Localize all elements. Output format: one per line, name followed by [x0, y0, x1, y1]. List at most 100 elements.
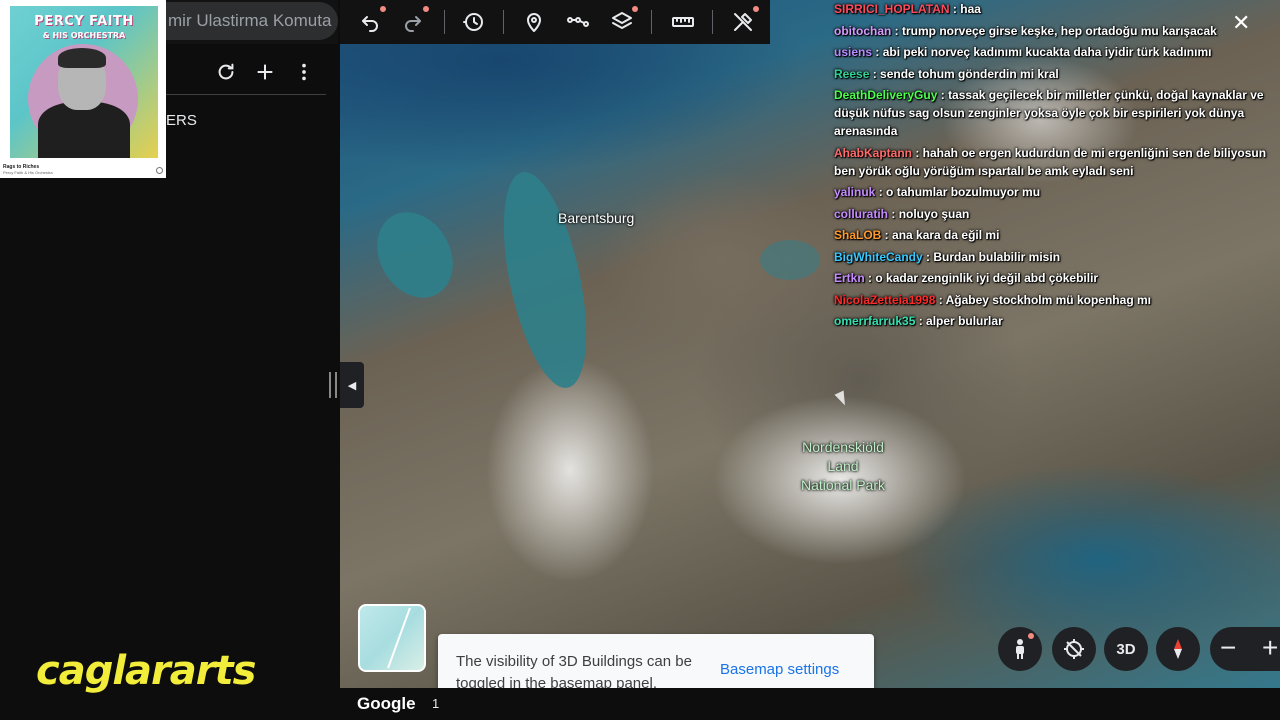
more-vert-icon	[302, 63, 306, 81]
now-playing-overlay: PERCY FAITH & HIS ORCHESTRA Rags to Rich…	[0, 0, 166, 178]
chat-separator: :	[937, 88, 949, 102]
chat-username: BigWhiteCandy	[834, 249, 923, 264]
basemap-settings-button[interactable]: Basemap settings	[720, 661, 839, 678]
basemap-thumbnail[interactable]	[358, 604, 426, 672]
map-label-national-park[interactable]: Nordenskiöld Land National Park	[790, 438, 896, 495]
history-icon	[463, 13, 483, 31]
refresh-button[interactable]	[212, 58, 240, 86]
search-box[interactable]	[166, 2, 338, 40]
reset-tilt-button[interactable]	[1052, 627, 1096, 671]
chat-message: yalinuk : o tahumlar bozulmuyor mu	[834, 183, 1278, 201]
notification-dot	[1028, 633, 1034, 639]
chat-username: colluratih	[834, 206, 889, 221]
chat-overlay: SIRRICI_HOPLATAN : haa obitochan : trump …	[834, 0, 1278, 334]
chat-text: o tahumlar bozulmuyor mu	[886, 185, 1041, 199]
chat-username: usiens	[834, 45, 873, 59]
chat-separator: :	[912, 145, 923, 160]
layers-icon	[612, 12, 632, 29]
sidebar-resize-handle[interactable]	[329, 372, 337, 398]
add-button[interactable]	[251, 58, 279, 86]
search-input[interactable]	[166, 11, 338, 31]
chat-message: SIRRICI_HOPLATAN : haa	[834, 0, 1278, 18]
chat-username: omerrfarruk35	[834, 314, 916, 328]
lake-shape	[362, 198, 468, 312]
redo-button[interactable]	[398, 6, 429, 36]
attribution-bar: Google 1	[340, 688, 1280, 720]
tilt-off-icon	[1064, 639, 1084, 659]
more-options-button[interactable]	[290, 58, 318, 86]
chat-username: ShaLOB	[834, 228, 882, 242]
zoom-controls: − +	[1210, 627, 1280, 671]
project-tools-button[interactable]	[728, 6, 759, 36]
scale-text: 1	[432, 696, 440, 711]
zoom-in-button[interactable]: +	[1262, 634, 1278, 662]
close-icon[interactable]: ✕	[1232, 10, 1250, 36]
album-cover-subtitle: & HIS ORCHESTRA	[42, 31, 126, 40]
chat-text: sende tohum gönderdin mi kral	[880, 66, 1059, 81]
album-figure-body	[38, 102, 130, 158]
google-logo: Google	[357, 694, 416, 713]
chat-separator: :	[875, 185, 887, 199]
add-path-button[interactable]	[563, 8, 593, 36]
sidebar-item-label[interactable]: ERS	[166, 112, 197, 129]
pegman-icon	[1016, 639, 1024, 659]
chat-username: SIRRICI_HOPLATAN	[834, 2, 950, 16]
lake-shape-2	[760, 240, 820, 280]
album-figure-hair	[58, 48, 106, 68]
top-toolbar	[340, 0, 770, 44]
undo-button[interactable]	[355, 6, 386, 36]
playback-icon	[156, 167, 163, 174]
notification-dot	[380, 6, 386, 12]
chat-text: o kadar zenginlik iyi değil abd çökebili…	[875, 271, 1099, 285]
layers-button[interactable]	[607, 6, 638, 36]
toolbar-separator	[503, 10, 504, 34]
chat-separator: :	[864, 271, 876, 285]
chat-username: obitochan	[834, 23, 892, 38]
path-icon	[567, 17, 589, 27]
toolbar-separator	[651, 10, 652, 34]
chat-message: ShaLOB : ana kara da eğil mi	[834, 226, 1278, 244]
history-button[interactable]	[459, 8, 489, 36]
chat-text: ana kara da eğil mi	[892, 228, 1000, 242]
notification-dot	[632, 6, 638, 12]
chat-separator: :	[881, 228, 893, 242]
pegman-button[interactable]	[998, 627, 1042, 671]
track-artist: Percy Faith & His Orchestra	[3, 170, 53, 175]
chat-message: Reese : sende tohum gönderdin mi kral	[834, 65, 1278, 83]
tools-icon	[734, 13, 752, 31]
toolbar-separator	[712, 10, 713, 34]
chat-message: omerrfarruk35 : alper bulurlar	[834, 312, 1278, 330]
collapse-sidebar-button[interactable]: ◀	[340, 362, 364, 408]
chat-message: DeathDeliveryGuy : tassak geçilecek bir …	[834, 86, 1278, 140]
chat-separator: :	[872, 45, 883, 59]
notification-dot	[753, 6, 759, 12]
redo-icon	[405, 16, 421, 32]
measure-button[interactable]	[668, 8, 698, 36]
chat-text: Ağabey stockholm mü kopenhag mı	[945, 292, 1151, 307]
map-label-barentsburg[interactable]: Barentsburg	[558, 209, 634, 228]
chat-username: DeathDeliveryGuy	[834, 88, 938, 102]
chat-message: NicolaZetteia1998 : Ağabey stockholm mü …	[834, 291, 1278, 309]
chat-separator: :	[915, 314, 927, 328]
album-cover-title: PERCY FAITH	[34, 14, 134, 29]
chat-message: BigWhiteCandy : Burdan bulabilir misin	[834, 248, 1278, 266]
refresh-icon	[218, 63, 234, 80]
chat-message: AhabKaptann : hahah oe ergen kudurdun de…	[834, 144, 1278, 180]
compass-icon	[1174, 639, 1182, 659]
chat-username: Ertkn	[834, 271, 865, 285]
chat-username: AhabKaptann	[834, 145, 912, 160]
chat-text: noluyo şuan	[898, 206, 970, 221]
chat-text: trump norveçe girse keşke, hep ortadoğu …	[902, 23, 1217, 38]
album-cover: PERCY FAITH & HIS ORCHESTRA	[10, 6, 158, 158]
chat-separator: :	[949, 2, 961, 16]
compass-button[interactable]	[1156, 627, 1200, 671]
zoom-out-button[interactable]: −	[1220, 634, 1236, 662]
chat-text: alper bulurlar	[926, 314, 1003, 328]
chat-message: colluratih : noluyo şuan	[834, 205, 1278, 223]
undo-icon	[362, 16, 378, 32]
toggle-3d-button[interactable]: 3D	[1104, 627, 1148, 671]
chat-separator: :	[888, 206, 899, 221]
plus-icon	[257, 64, 273, 80]
chat-separator: :	[922, 249, 934, 264]
add-placemark-button[interactable]	[519, 8, 549, 36]
